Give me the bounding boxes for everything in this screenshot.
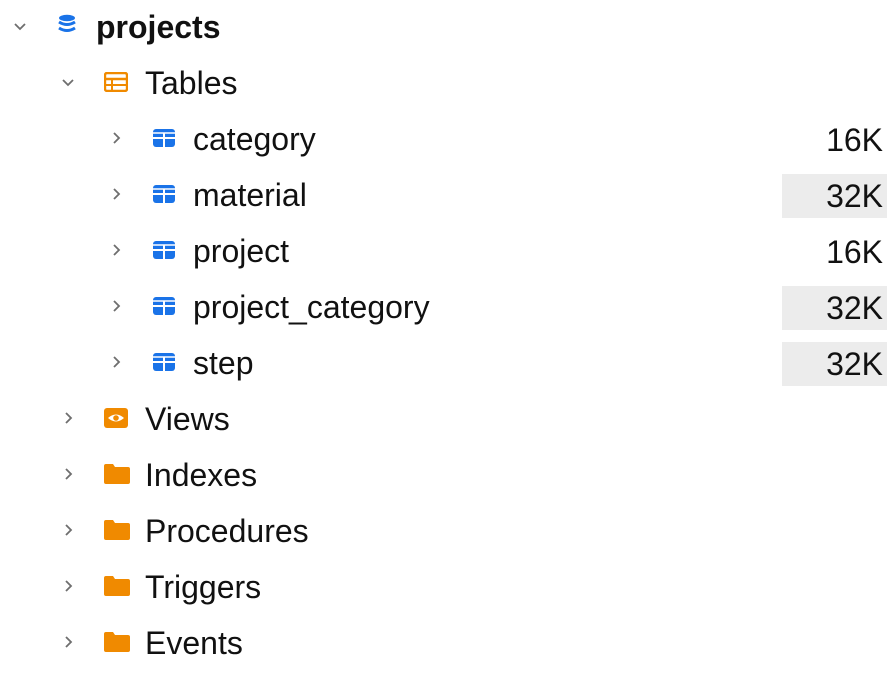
tree-node-events[interactable]: Events: [0, 616, 887, 672]
chevron-right-icon[interactable]: [58, 630, 78, 654]
indexes-label: Indexes: [145, 457, 258, 493]
table-icon: [152, 240, 176, 260]
chevron-down-icon[interactable]: [58, 70, 78, 94]
tables-group-label: Tables: [145, 65, 238, 101]
tree-node-table[interactable]: project_category 32K: [0, 280, 887, 336]
chevron-right-icon[interactable]: [106, 238, 126, 262]
chevron-right-icon[interactable]: [58, 462, 78, 486]
table-size: 16K: [826, 122, 883, 158]
folder-icon: [104, 632, 130, 652]
folder-icon: [104, 464, 130, 484]
chevron-down-icon[interactable]: [10, 14, 30, 38]
table-size: 32K: [782, 342, 887, 386]
tree-node-table[interactable]: project 16K: [0, 224, 887, 280]
table-icon: [152, 352, 176, 372]
tree-node-table[interactable]: material 32K: [0, 168, 887, 224]
chevron-right-icon[interactable]: [106, 294, 126, 318]
chevron-right-icon[interactable]: [58, 406, 78, 430]
folder-icon: [104, 576, 130, 596]
table-label: project: [193, 233, 290, 269]
table-group-icon: [104, 72, 128, 92]
table-icon: [152, 184, 176, 204]
chevron-right-icon[interactable]: [106, 350, 126, 374]
database-icon: [56, 13, 78, 39]
tree-node-tables[interactable]: Tables: [0, 56, 887, 112]
tree-node-table[interactable]: category 16K: [0, 112, 887, 168]
chevron-right-icon[interactable]: [106, 126, 126, 150]
table-label: category: [193, 121, 316, 157]
procedures-label: Procedures: [145, 513, 309, 549]
events-label: Events: [145, 625, 243, 661]
table-size: 32K: [782, 286, 887, 330]
folder-icon: [104, 520, 130, 540]
table-label: step: [193, 345, 254, 381]
table-size: 32K: [782, 174, 887, 218]
tree-node-procedures[interactable]: Procedures: [0, 504, 887, 560]
table-label: project_category: [193, 289, 430, 325]
database-label: projects: [96, 9, 221, 45]
table-size: 16K: [826, 234, 883, 270]
triggers-label: Triggers: [145, 569, 262, 605]
chevron-right-icon[interactable]: [58, 518, 78, 542]
table-label: material: [193, 177, 307, 213]
tree-node-indexes[interactable]: Indexes: [0, 448, 887, 504]
tree-node-views[interactable]: Views: [0, 392, 887, 448]
tree-node-triggers[interactable]: Triggers: [0, 560, 887, 616]
eye-icon: [104, 408, 128, 428]
views-label: Views: [145, 401, 230, 437]
table-icon: [152, 296, 176, 316]
chevron-right-icon[interactable]: [106, 182, 126, 206]
tree-node-database[interactable]: projects: [0, 0, 887, 56]
tree-node-table[interactable]: step 32K: [0, 336, 887, 392]
table-icon: [152, 128, 176, 148]
chevron-right-icon[interactable]: [58, 574, 78, 598]
